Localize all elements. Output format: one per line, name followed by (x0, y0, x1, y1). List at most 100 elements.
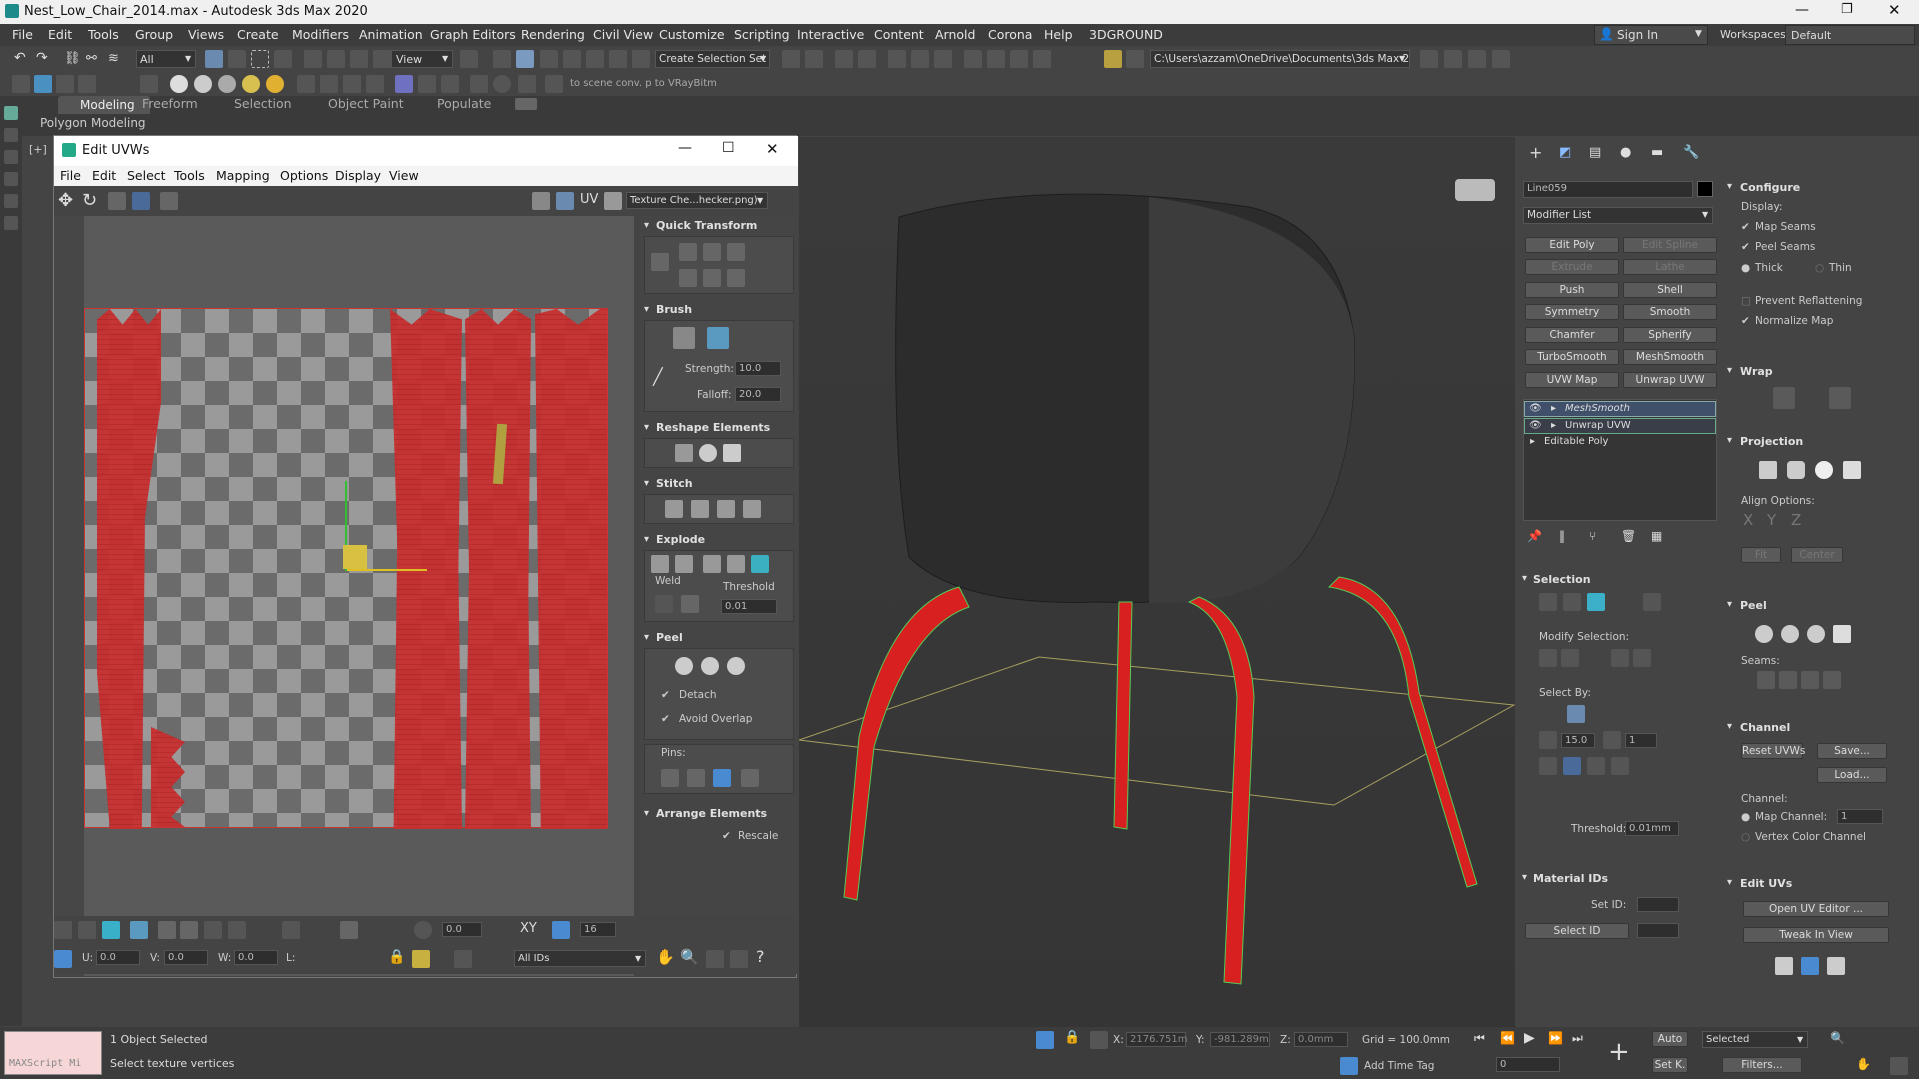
channel-rollout-title[interactable]: Channel (1740, 721, 1790, 734)
close-icon[interactable]: ✕ (766, 140, 779, 158)
display-icon[interactable] (4, 194, 18, 208)
prev-frame-icon[interactable]: ⏪ (1500, 1031, 1515, 1045)
close-icon[interactable]: ✕ (1888, 1, 1901, 19)
align-icon[interactable] (805, 50, 823, 68)
map-channel-spinner[interactable]: 1 (1837, 809, 1883, 824)
percent-snap-icon[interactable] (586, 50, 604, 68)
prevent-checkbox[interactable]: □ (1741, 295, 1751, 307)
tool-icon-6[interactable] (297, 75, 315, 93)
stack-item-editable-poly[interactable]: ▸ Editable Poly (1524, 435, 1716, 451)
paint-select-icon[interactable] (340, 921, 358, 939)
stack-item-unwrap-uvw[interactable]: 👁 ▸ Unwrap UVW (1524, 418, 1716, 434)
eye-icon[interactable]: 👁 (1529, 420, 1542, 431)
z-axis-icon[interactable] (1611, 757, 1629, 775)
pin-icon-4[interactable] (741, 769, 759, 787)
collapse-icon[interactable]: ▾ (1522, 573, 1527, 584)
planar-map-icon[interactable] (1759, 461, 1777, 479)
refresh-icon[interactable] (518, 75, 536, 93)
stitch-title[interactable]: Stitch (656, 477, 693, 490)
ring-icon[interactable] (228, 921, 246, 939)
hierarchy-tab-icon[interactable]: ▤ (1589, 145, 1601, 160)
explode-icon-2[interactable] (675, 555, 693, 573)
grid-snap-icon[interactable] (552, 921, 570, 939)
maxscript-listener[interactable]: MAXScript Mi (4, 1031, 102, 1075)
freeform-icon[interactable] (132, 192, 150, 210)
tool-icon-9[interactable] (366, 75, 384, 93)
display-tab-icon[interactable]: ▬ (1651, 145, 1663, 160)
box-map-icon[interactable] (1843, 461, 1861, 479)
stitch-icon-3[interactable] (717, 500, 735, 518)
create-icon[interactable] (4, 106, 18, 120)
turbosmooth-button[interactable]: TurboSmooth (1525, 349, 1619, 365)
relax-brush-icon[interactable] (707, 327, 729, 349)
help-icon[interactable]: ? (756, 947, 765, 966)
uv-menu-options[interactable]: Options (280, 168, 328, 183)
edge-sel-to-seams-icon[interactable] (1801, 671, 1819, 689)
menu-help[interactable]: Help (1044, 27, 1073, 42)
planar-angle-spinner[interactable]: 15.0 (1561, 733, 1595, 748)
add-key-icon[interactable]: + (1608, 1037, 1630, 1067)
explode-icon-4[interactable] (727, 555, 745, 573)
w-spinner[interactable]: 0.0 (234, 950, 278, 965)
snowflake-icon[interactable] (454, 950, 472, 968)
pin-stack-icon[interactable]: 📌 (1527, 529, 1542, 543)
viewport-label[interactable]: [+] (29, 143, 47, 156)
object-name-field[interactable]: Line059 (1523, 181, 1693, 198)
uv-shell-small[interactable] (151, 727, 185, 827)
trash-icon[interactable]: 🗑 (1621, 529, 1636, 543)
ring-icon[interactable] (1633, 649, 1651, 667)
unwrap-uvw-button[interactable]: Unwrap UVW (1623, 372, 1717, 388)
unfold-map-icon[interactable] (1829, 387, 1851, 409)
map-channel-radio[interactable]: ● (1741, 811, 1750, 823)
y-coordinate[interactable]: -981.289m (1210, 1032, 1270, 1047)
sun-icon[interactable] (266, 75, 284, 93)
window-crossing-icon[interactable] (274, 50, 292, 68)
tool-icon-3[interactable] (56, 75, 74, 93)
menu-customize[interactable]: Customize (659, 27, 725, 42)
quick-transform-title[interactable]: Quick Transform (656, 219, 757, 232)
ribbon-tab-populate[interactable]: Populate (437, 96, 491, 111)
align-y-icon[interactable]: Y (1767, 511, 1776, 529)
named-selection-dropdown[interactable]: Create Selection Set ▼ (655, 50, 770, 68)
brush-line-icon[interactable]: ╱ (653, 367, 663, 386)
strength-spinner[interactable]: 10.0 (735, 361, 781, 376)
uv-menu-file[interactable]: File (60, 168, 81, 183)
quick-peel-icon[interactable] (1755, 625, 1773, 643)
key-filters-button[interactable]: Filters... (1722, 1057, 1802, 1073)
center-button[interactable]: Center (1791, 547, 1843, 563)
edit-uvs-rollout-title[interactable]: Edit UVs (1740, 877, 1792, 890)
time-tag-label[interactable]: Add Time Tag (1364, 1060, 1434, 1072)
vertex-color-radio[interactable]: ○ (1741, 831, 1750, 843)
shrink-icon[interactable] (1561, 649, 1579, 667)
uv-menu-view[interactable]: View (389, 168, 419, 183)
curve-editor-icon[interactable] (888, 50, 906, 68)
absolute-mode-icon[interactable] (1090, 1031, 1108, 1049)
activeshade-icon[interactable] (1126, 50, 1144, 68)
qt-icon-2[interactable] (679, 243, 697, 261)
expand-icon[interactable]: ▸ (1551, 403, 1556, 414)
qt-icon-7[interactable] (727, 269, 745, 287)
zoom-region-icon[interactable] (706, 950, 724, 968)
texture-dropdown[interactable]: Texture Che...hecker.png) ▼ (626, 192, 768, 209)
grow-icon[interactable] (158, 921, 176, 939)
face-select-icon[interactable] (1587, 593, 1605, 611)
reset-peel-icon[interactable] (727, 657, 745, 675)
align-x-icon[interactable]: X (1743, 511, 1753, 529)
time-tag-icon[interactable] (1340, 1057, 1358, 1075)
project-settings-icon[interactable] (1468, 50, 1486, 68)
edge-select-icon[interactable] (1563, 593, 1581, 611)
link-icon[interactable]: ⛓ (64, 51, 81, 66)
modifier-list-dropdown[interactable]: Modifier List ▼ (1523, 207, 1713, 224)
weld-icon-1[interactable] (655, 595, 673, 613)
expand-icon[interactable]: ▸ (1530, 436, 1535, 447)
redo-icon[interactable]: ↷ (36, 50, 48, 66)
menu-corona[interactable]: Corona (988, 27, 1032, 42)
make-unique-icon[interactable]: ⑂ (1589, 529, 1596, 543)
qt-icon-3[interactable] (703, 243, 721, 261)
ids-dropdown[interactable]: All IDs ▼ (514, 950, 646, 967)
tool-icon-10[interactable] (395, 75, 413, 93)
uv-menu-display[interactable]: Display (335, 168, 381, 183)
collapse-icon[interactable]: ▾ (1727, 599, 1732, 610)
set-id-spinner[interactable] (1637, 897, 1679, 912)
tool-icon-4[interactable] (78, 75, 96, 93)
